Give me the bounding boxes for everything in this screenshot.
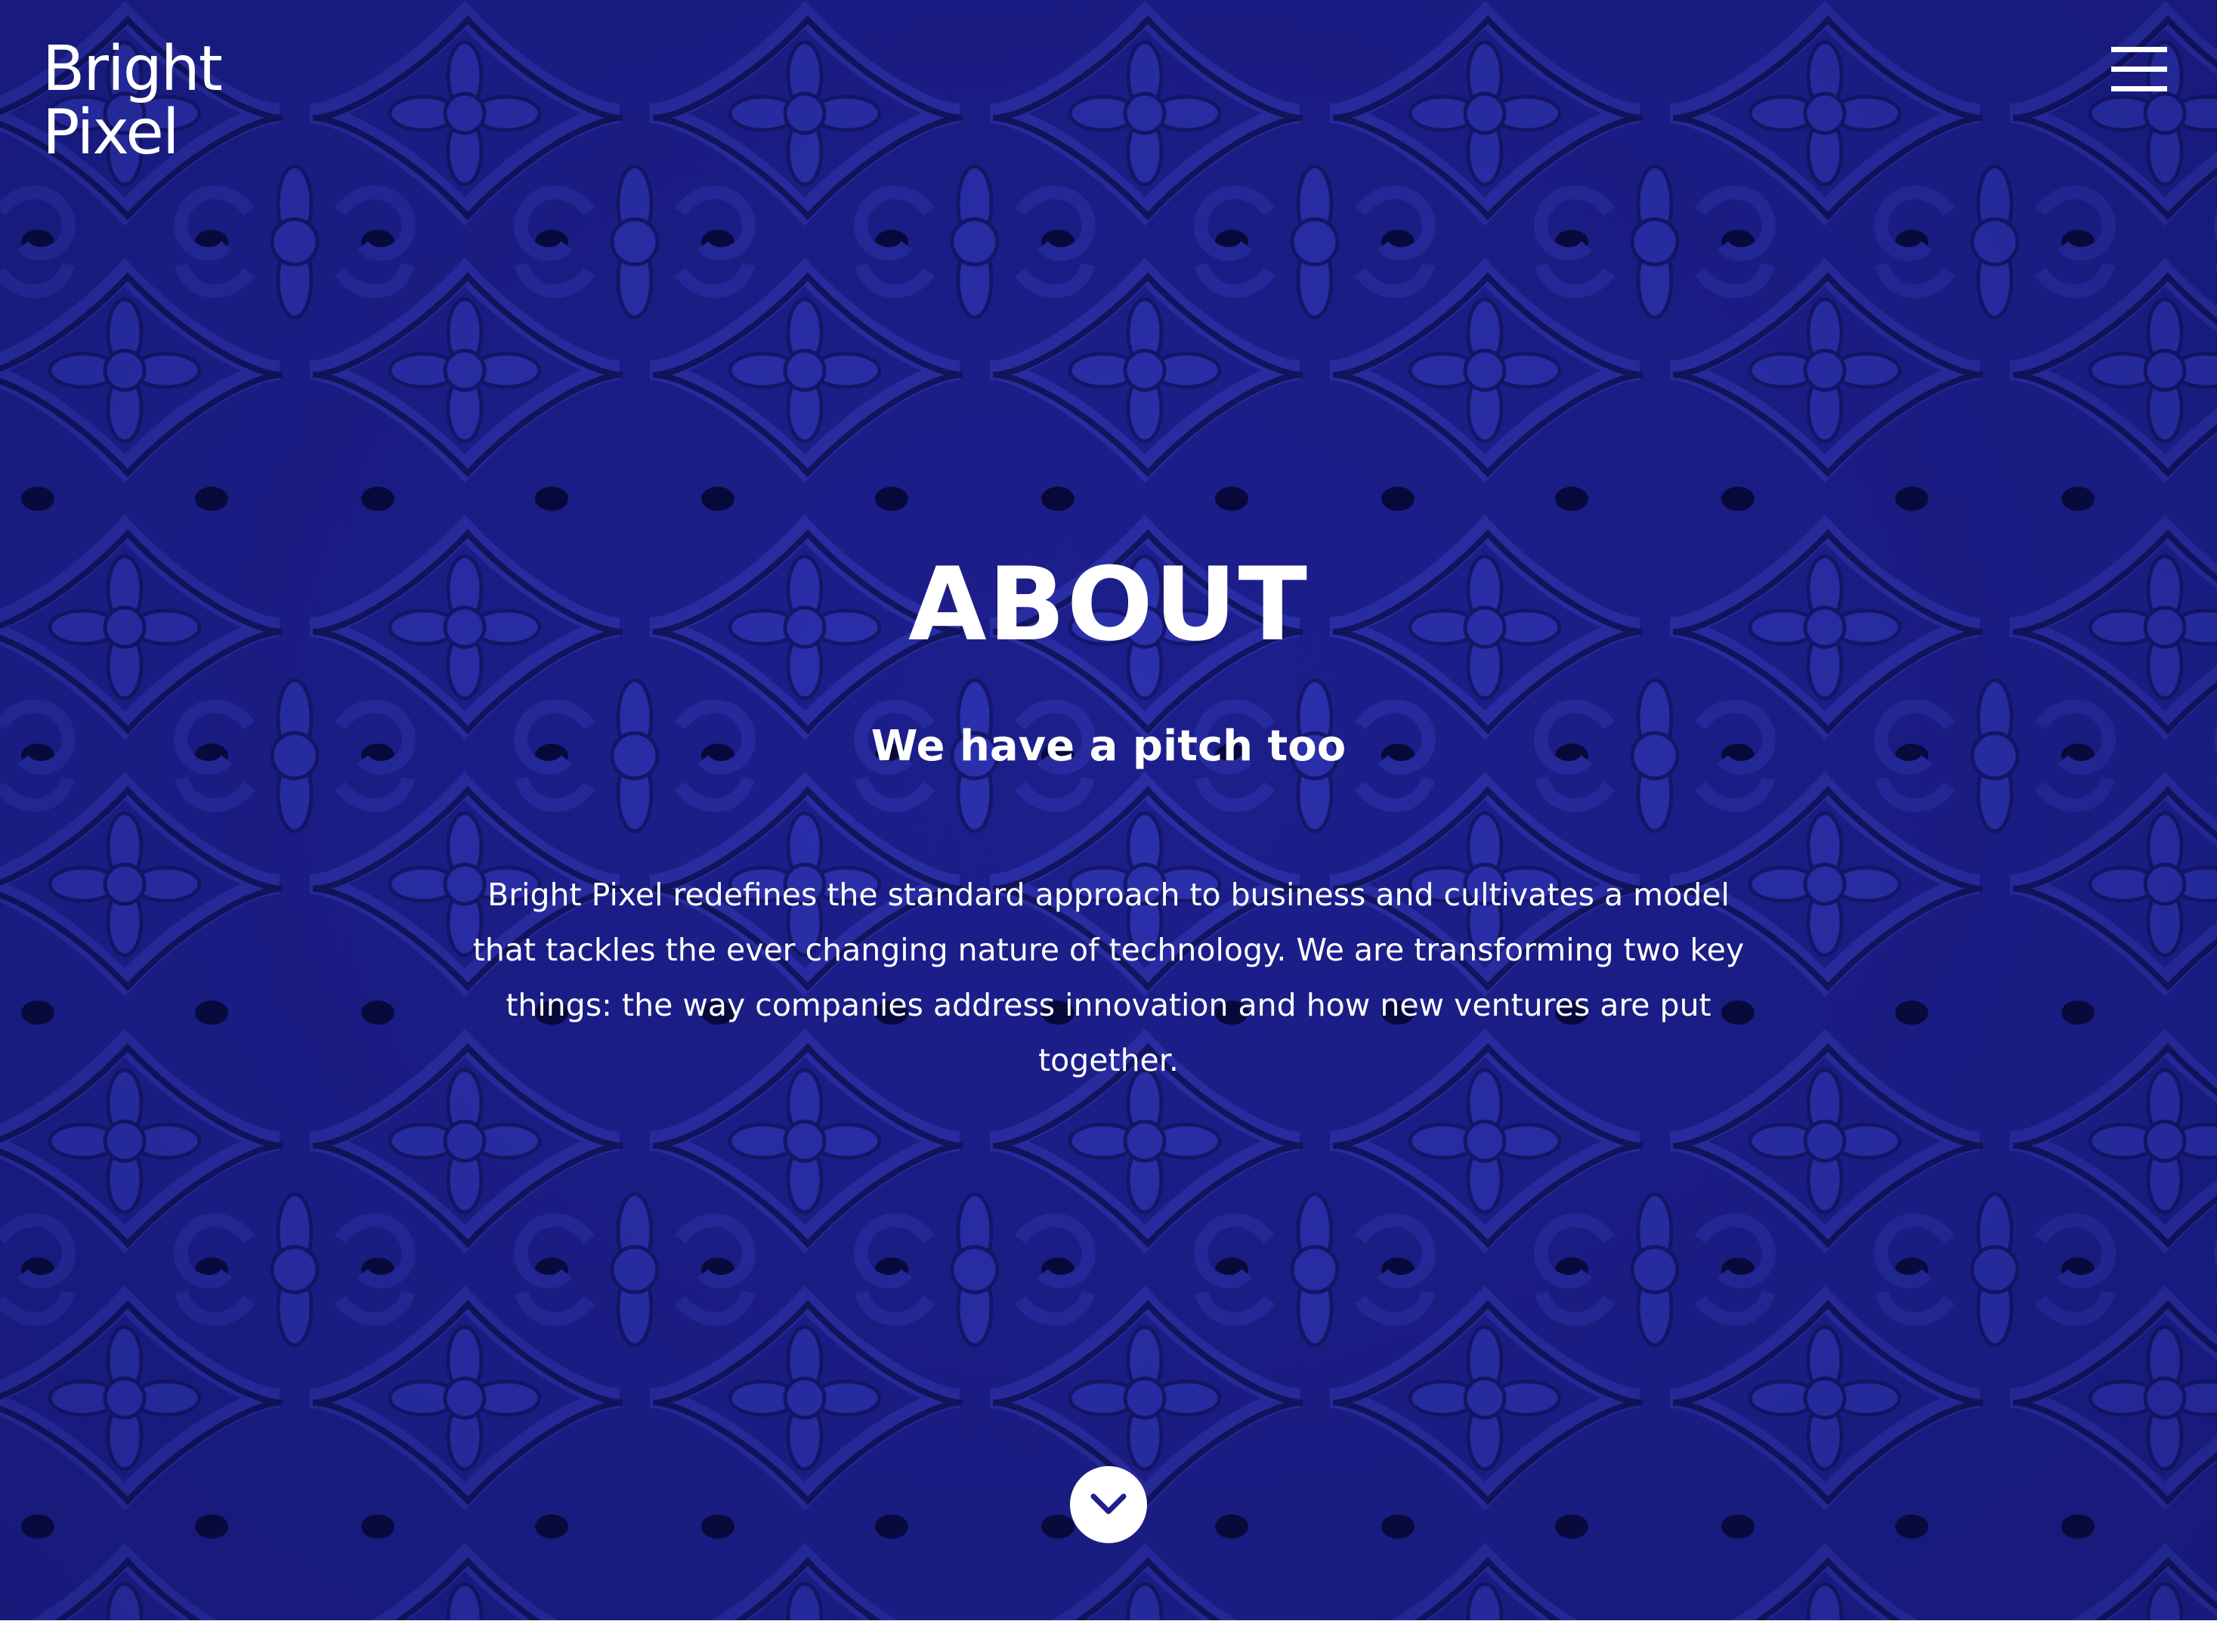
logo-line-2: Pixel xyxy=(42,97,180,169)
hamburger-menu-icon-bar xyxy=(2111,86,2167,91)
hamburger-menu-icon-bar xyxy=(2111,67,2167,72)
logo-line-1: Bright xyxy=(42,33,223,105)
scroll-down-button[interactable] xyxy=(1070,1466,1147,1543)
page-bottom-edge xyxy=(0,1620,2217,1652)
menu-button[interactable] xyxy=(2108,44,2170,94)
hamburger-menu-icon xyxy=(2111,47,2167,52)
page-subtitle: We have a pitch too xyxy=(870,722,1347,771)
hero-section: Bright Pixel ABOUT We have a pitch too B… xyxy=(0,0,2217,1620)
background-shade xyxy=(0,0,2217,1620)
chevron-down-icon xyxy=(1090,1493,1127,1514)
bright-pixel-logo[interactable]: Bright Pixel xyxy=(42,33,223,169)
about-description: Bright Pixel redefines the standard appr… xyxy=(472,877,1745,1078)
page-title: ABOUT xyxy=(908,546,1309,664)
